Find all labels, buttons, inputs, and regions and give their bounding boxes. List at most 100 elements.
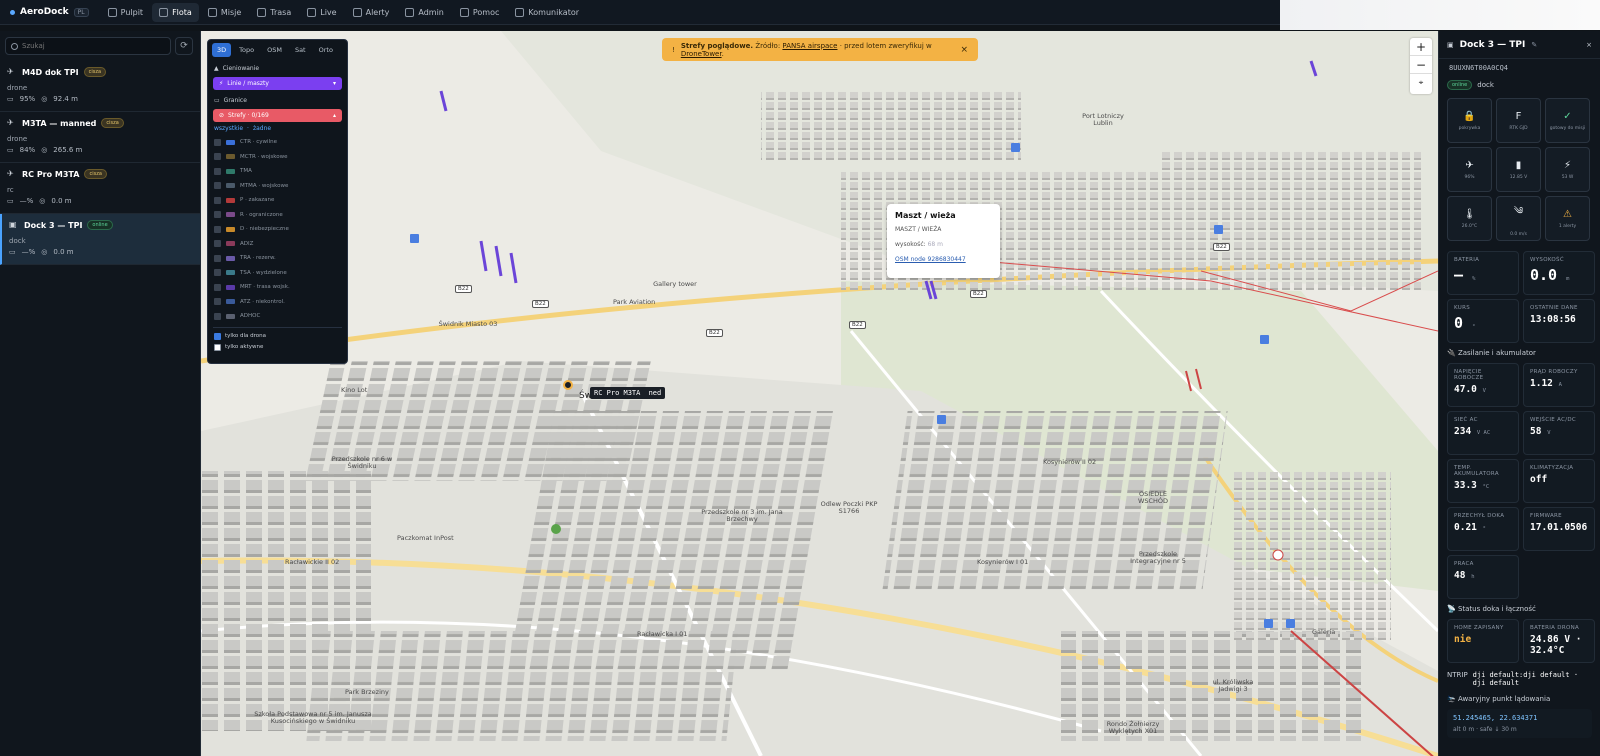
checkbox-icon[interactable] — [214, 167, 221, 175]
search-box[interactable] — [5, 37, 171, 55]
checkbox-icon[interactable] — [214, 269, 221, 277]
nav-item-live[interactable]: Live — [300, 3, 343, 22]
telemetry-value: nie — [1454, 634, 1472, 645]
zone-toggle[interactable]: ADIZ — [208, 237, 347, 252]
pansa-link[interactable]: PANSA airspace — [782, 42, 837, 50]
language-badge[interactable]: PL — [73, 7, 89, 17]
checkbox-icon[interactable] — [214, 138, 221, 146]
zone-toggle[interactable]: TMA — [208, 164, 347, 179]
edit-icon[interactable]: ✎ — [1531, 41, 1537, 49]
only-active-toggle[interactable]: tylko aktywne — [208, 342, 347, 353]
nav-item-pulpit[interactable]: Pulpit — [101, 3, 150, 22]
nav-item-pomoc[interactable]: Pomoc — [453, 3, 507, 22]
nav-item-komunikator[interactable]: Komunikator — [508, 3, 586, 22]
video-icon — [307, 7, 317, 17]
checkbox-icon[interactable] — [214, 211, 221, 219]
check-icon: ✓ — [1563, 110, 1572, 122]
layer-lines-masts[interactable]: ⚡ Linie / maszty ▾ — [213, 77, 342, 90]
zone-toggle[interactable]: ADHOC — [208, 309, 347, 324]
zone-label: MCTR · wojskowe — [240, 153, 288, 160]
asset-item[interactable]: ✈ RC Pro M3TA cisza rc ▭ —% ◎ 0.0 m — [0, 163, 200, 214]
telemetry-value: 1.12 — [1530, 378, 1553, 389]
map-label: Gallery tower — [653, 280, 697, 288]
search-input[interactable] — [22, 42, 162, 50]
nav-item-admin[interactable]: Admin — [398, 3, 451, 22]
select-none-link[interactable]: żadne — [253, 125, 271, 132]
nav-item-misje[interactable]: Misje — [201, 3, 248, 22]
mast-popup: Maszt / wieża MASZT / WIEŻA wysokość: 68… — [887, 204, 1000, 278]
telemetry-value: off — [1530, 474, 1548, 485]
fleet-sidebar: ⟳ ✈ M4D dok TPI cisza drone ▭ 95% ◎ 92.4 m ✈ M3… — [0, 31, 201, 756]
refresh-button[interactable]: ⟳ — [175, 37, 193, 55]
asset-type: drone — [7, 84, 28, 92]
zone-toggle[interactable]: TSA · wydzielone — [208, 266, 347, 281]
checkbox-icon[interactable] — [214, 312, 221, 320]
zone-color-swatch — [226, 139, 235, 145]
checkbox-icon[interactable] — [214, 254, 221, 262]
zoom-in-button[interactable]: + — [1410, 38, 1432, 56]
checkbox-icon[interactable] — [214, 283, 221, 291]
asset-altitude: 0.0 m — [53, 248, 74, 256]
rtk-icon: F — [1515, 110, 1522, 122]
basemap-tab[interactable]: Orto — [314, 43, 338, 57]
basemap-tab[interactable]: Sat — [290, 43, 311, 57]
warning-icon: ⚠ — [1563, 208, 1572, 220]
asset-item[interactable]: ▣ Dock 3 — TPI online dock ▭ —% ◎ 0.0 m — [0, 214, 200, 265]
layer-shading[interactable]: ▲ Cieniowanie — [208, 60, 347, 77]
asset-status-badge: cisza — [83, 67, 107, 77]
map-label: Park Aviation — [613, 298, 656, 306]
zone-toggle[interactable]: TRA · rezerw. — [208, 251, 347, 266]
airport-label: Port Lotniczy Lublin — [1082, 112, 1124, 127]
checkbox-icon[interactable] — [214, 225, 221, 233]
osm-node-link[interactable]: OSM node 9286830447 — [895, 256, 966, 263]
zone-toggle[interactable]: ATZ · niekontrol. — [208, 295, 347, 310]
checkbox-icon[interactable] — [214, 240, 221, 248]
zone-toggle[interactable]: R · ograniczone — [208, 208, 347, 223]
telemetry-unit: h — [1471, 574, 1475, 580]
compass-button[interactable]: ⌖ — [1410, 74, 1432, 92]
zone-toggle[interactable]: CTR · cywilne — [208, 135, 347, 150]
telemetry-value: 58 — [1530, 426, 1542, 437]
dock-icon: ▣ — [1447, 40, 1454, 49]
nav-item-flota[interactable]: Flota — [152, 2, 199, 22]
basemap-tab[interactable]: Topo — [234, 43, 259, 57]
layer-zones[interactable]: ⊘ Strefy · 0/169 ▴ — [213, 109, 342, 122]
refresh-icon: ⟳ — [180, 41, 188, 51]
ntrip-row: NTRIP dji default:dji default · dji defa… — [1447, 671, 1592, 687]
checkbox-icon[interactable] — [214, 298, 221, 306]
checkbox-icon[interactable] — [214, 196, 221, 204]
asset-item[interactable]: ✈ M3TA — manned cisza drone ▭ 84% ◎ 265.6 m — [0, 112, 200, 163]
map-icon: ▭ — [214, 97, 220, 104]
map-view[interactable]: Świdnik Port Lotniczy Lublin Świdnik Mia… — [201, 31, 1438, 756]
close-icon[interactable]: × — [960, 45, 968, 55]
checkbox-icon[interactable] — [214, 182, 221, 190]
nav-item-alerty[interactable]: Alerty — [346, 3, 397, 22]
map-label: Park Brzeziny — [345, 688, 389, 696]
checkbox-icon[interactable] — [214, 343, 221, 351]
telemetry-unit: A — [1558, 382, 1562, 388]
checkbox-icon[interactable] — [214, 153, 221, 161]
basemap-tab[interactable]: 3D — [212, 43, 232, 57]
zone-toggle[interactable]: MCTR · wojskowe — [208, 150, 347, 165]
zone-toggle[interactable]: MRT · trasa wojsk. — [208, 280, 347, 295]
zone-toggle[interactable]: P · zakazane — [208, 193, 347, 208]
zone-toggle[interactable]: MTMA · wojskowe — [208, 179, 347, 194]
drone-marker-label[interactable]: RC Pro M3TA ned — [590, 387, 666, 399]
nav-item-trasa[interactable]: Trasa — [250, 3, 298, 22]
zoom-out-button[interactable]: − — [1410, 56, 1432, 74]
asset-item[interactable]: ✈ M4D dok TPI cisza drone ▭ 95% ◎ 92.4 m — [0, 61, 200, 112]
telemetry-cell: BATERIA DRONA 24.86 V · 32.4°C — [1523, 619, 1595, 663]
brand[interactable]: AeroDock PL — [10, 7, 89, 17]
layer-borders[interactable]: ▭ Granice — [208, 92, 347, 109]
dronetower-link[interactable]: DroneTower — [681, 50, 722, 58]
telemetry-value: 234 — [1454, 426, 1472, 437]
zone-toggle[interactable]: D · niebezpieczne — [208, 222, 347, 237]
checkbox-checked-icon[interactable] — [214, 332, 221, 340]
basemap-tab[interactable]: OSM — [262, 43, 287, 57]
telemetry-unit: °C — [1482, 484, 1490, 490]
map-label: Kino Lot — [341, 386, 368, 394]
telemetry-cell: TEMP. AKUMULATORA 33.3 °C — [1447, 459, 1519, 503]
select-all-link[interactable]: wszystkie — [214, 125, 243, 132]
close-icon[interactable]: × — [1586, 41, 1592, 49]
only-drone-toggle[interactable]: tylko dla drona — [208, 331, 347, 342]
